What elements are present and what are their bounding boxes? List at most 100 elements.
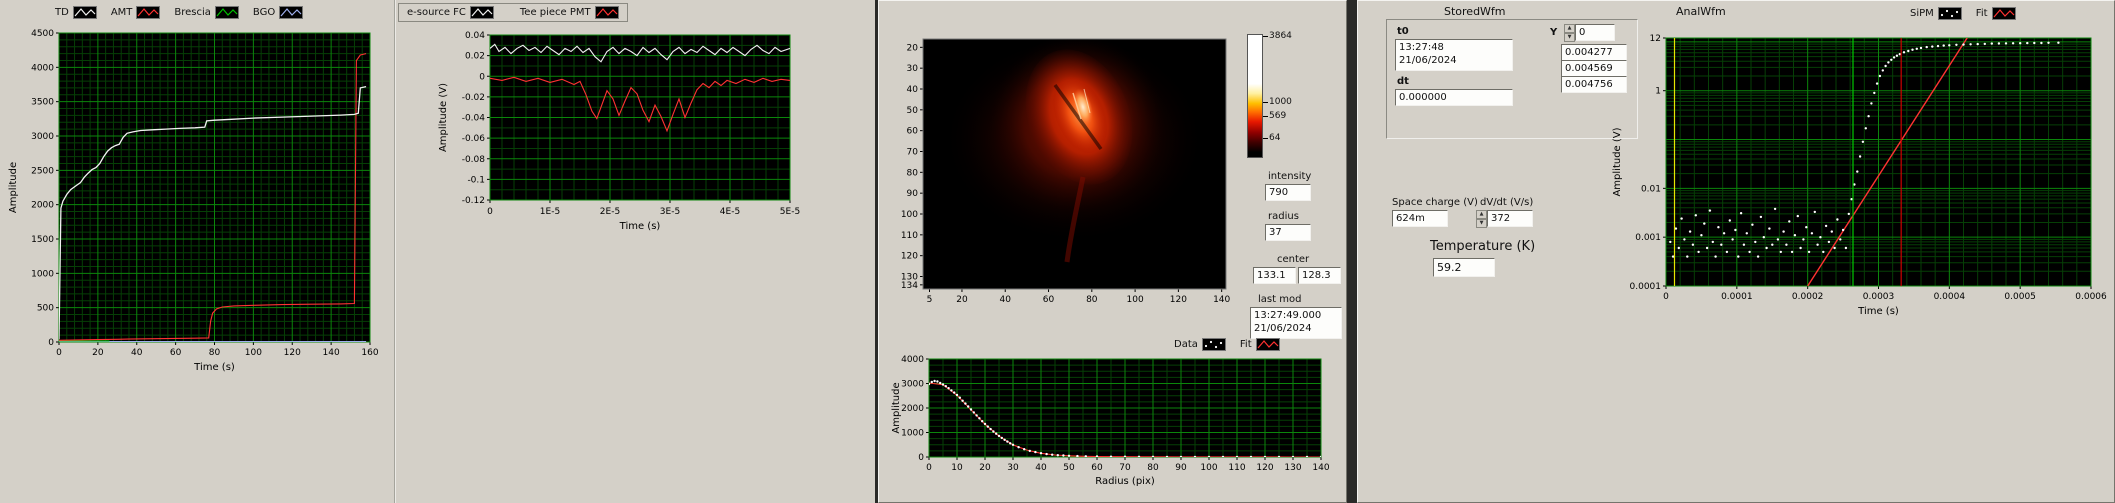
legend-waveform-icon [72, 6, 97, 19]
svg-text:40: 40 [907, 85, 919, 95]
t0-date: 21/06/2024 [1399, 55, 1457, 66]
svg-text:90: 90 [907, 189, 919, 199]
svg-text:0.02: 0.02 [465, 52, 485, 62]
svg-text:0: 0 [918, 453, 924, 463]
svg-text:100: 100 [1127, 295, 1144, 305]
labview-front-panel: TD AMT Brescia BGO 0 20 40 60 80 100 120 140 160 0 50… [0, 0, 2115, 503]
y-array-label: Y [1550, 27, 1558, 38]
svg-text:Amplitude: Amplitude [891, 382, 902, 433]
legend-dots-icon [1937, 7, 1962, 20]
svg-text:0: 0 [487, 207, 493, 217]
svg-text:12: 12 [1650, 34, 1661, 44]
increment-button[interactable]: ▲ [1476, 210, 1487, 219]
esource-graph-legend: e-source FC Tee piece PMT [398, 3, 628, 22]
decrement-button[interactable]: ▼ [1564, 33, 1575, 42]
legend-item-fit[interactable]: Fit [1976, 7, 2016, 20]
radius-value: 37 [1265, 224, 1311, 241]
lastmod-label: last mod [1258, 294, 1302, 305]
intensity-label: intensity [1268, 171, 1312, 182]
storedwfm-title: StoredWfm [1444, 5, 1506, 18]
svg-text:120: 120 [1256, 463, 1273, 473]
legend-item-data[interactable]: Data [1174, 338, 1226, 351]
legend-label: Fit [1975, 8, 1988, 19]
svg-text:60: 60 [907, 127, 919, 137]
lastmod-time: 13:27:49.000 [1254, 310, 1322, 321]
svg-text:-0.04: -0.04 [462, 114, 486, 124]
svg-text:40: 40 [131, 348, 143, 358]
analwfm-title: AnalWfm [1676, 5, 1726, 18]
storedwfm-cluster: t0 13:27:48 21/06/2024 dt 0.000000 Y ▲ ▼… [1386, 19, 1638, 139]
svg-text:4E-5: 4E-5 [720, 207, 740, 217]
decrement-button[interactable]: ▼ [1476, 219, 1487, 228]
svg-text:80: 80 [209, 348, 221, 358]
legend-item-amt[interactable]: AMT [111, 6, 161, 19]
t0-label: t0 [1397, 26, 1409, 37]
analysis-window: StoredWfm t0 13:27:48 21/06/2024 dt 0.00… [1357, 0, 2115, 503]
svg-text:80: 80 [1147, 463, 1159, 473]
svg-text:60: 60 [1043, 295, 1055, 305]
svg-text:40: 40 [1000, 295, 1012, 305]
svg-text:1: 1 [1655, 87, 1661, 97]
legend-label: Data [1174, 339, 1198, 350]
svg-text:1000: 1000 [31, 269, 54, 279]
svg-text:2E-5: 2E-5 [600, 207, 620, 217]
svg-text:70: 70 [907, 148, 919, 158]
dvdt-label: dV/dt (V/s) [1480, 197, 1534, 208]
legend-item-e-source-fc[interactable]: e-source FC [407, 6, 494, 19]
legend-waveform-icon [1255, 338, 1280, 351]
svg-text:5: 5 [927, 295, 933, 305]
lastmod-date: 21/06/2024 [1254, 323, 1312, 334]
dvdt-value[interactable]: 372 [1487, 210, 1533, 227]
svg-text:60: 60 [1091, 463, 1103, 473]
svg-text:Time (s): Time (s) [1857, 306, 1899, 317]
y-index-spinner[interactable]: ▲ ▼ [1564, 24, 1575, 42]
svg-text:Amplitude: Amplitude [8, 162, 19, 213]
legend-label: AMT [110, 7, 133, 18]
legend-item-td[interactable]: TD [55, 6, 97, 19]
svg-text:-0.12: -0.12 [462, 196, 485, 206]
legend-label: SiPM [1910, 8, 1934, 19]
svg-text:20: 20 [92, 348, 104, 358]
radial-graph-legend: Data Fit [1174, 338, 1280, 351]
svg-text:0.0005: 0.0005 [2004, 292, 2036, 302]
svg-text:-0.02: -0.02 [462, 93, 485, 103]
colorbar-ramp [1247, 34, 1263, 158]
svg-text:4000: 4000 [31, 63, 54, 73]
svg-text:110: 110 [1228, 463, 1245, 473]
svg-text:Time (s): Time (s) [619, 221, 661, 232]
svg-text:1E-5: 1E-5 [540, 207, 560, 217]
svg-text:80: 80 [1086, 295, 1098, 305]
analwfm-graph: 0 0.0001 0.0002 0.0003 0.0004 0.0005 0.0006121… [1612, 34, 2107, 317]
legend-item-tee-piece-pmt[interactable]: Tee piece PMT [520, 6, 619, 19]
legend-label: BGO [252, 7, 276, 18]
svg-text:3500: 3500 [31, 98, 54, 108]
legend-label: Brescia [174, 7, 211, 18]
svg-text:0: 0 [479, 72, 485, 82]
svg-text:60: 60 [170, 348, 182, 358]
svg-text:0.01: 0.01 [1641, 184, 1661, 194]
svg-text:3000: 3000 [31, 132, 54, 142]
dt-label: dt [1397, 76, 1409, 87]
svg-text:10: 10 [951, 463, 963, 473]
colorbar-tick-label: 1000 [1263, 97, 1292, 107]
svg-text:2000: 2000 [901, 404, 924, 414]
colorbar-tick-label: 569 [1262, 111, 1287, 121]
legend-item-sipm[interactable]: SiPM [1910, 7, 1962, 20]
svg-text:90: 90 [1175, 463, 1187, 473]
legend-item-fit[interactable]: Fit [1240, 338, 1280, 351]
legend-item-brescia[interactable]: Brescia [174, 6, 239, 19]
legend-item-bgo[interactable]: BGO [252, 6, 304, 19]
svg-text:Amplitude (V): Amplitude (V) [1612, 127, 1623, 196]
svg-text:2500: 2500 [31, 166, 54, 176]
svg-text:110: 110 [901, 231, 918, 241]
legend-label: TD [55, 7, 69, 18]
svg-text:20: 20 [907, 43, 919, 53]
svg-text:1500: 1500 [31, 235, 54, 245]
intensity-graph: 5 20 40 60 80 100 120 140 20 30 40 50 60 70 80 90 100 110… [901, 38, 1231, 305]
svg-text:140: 140 [1312, 463, 1329, 473]
svg-text:500: 500 [37, 304, 54, 314]
dvdt-spinner[interactable]: ▲ ▼ [1476, 210, 1487, 228]
legend-label: e-source FC [407, 7, 466, 18]
increment-button[interactable]: ▲ [1564, 24, 1575, 33]
svg-text:Radius (pix): Radius (pix) [1095, 476, 1155, 487]
